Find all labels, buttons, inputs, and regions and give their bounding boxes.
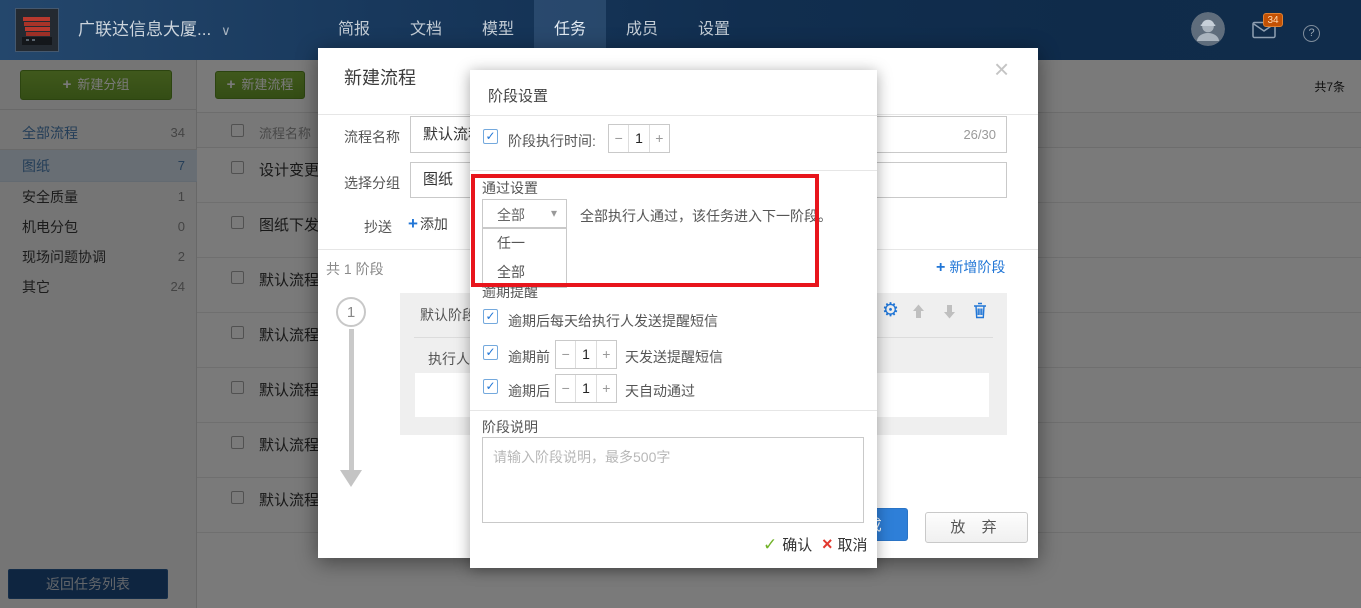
project-title-text: 广联达信息大厦... [78, 20, 211, 39]
avatar-icon [1191, 12, 1225, 46]
desc-section-label: 阶段说明 [482, 417, 538, 437]
project-logo [15, 8, 59, 52]
process-name-label: 流程名称 [344, 127, 400, 147]
stepper-value: 1 [628, 125, 649, 152]
stage-desc-textarea[interactable] [482, 437, 864, 523]
building-logo-image [16, 9, 58, 51]
cc-add-label: 添加 [420, 216, 448, 232]
help-icon[interactable]: ? [1303, 25, 1320, 42]
cc-label: 抄送 [364, 217, 392, 237]
app-root: 广联达信息大厦...∨ 简报文档模型任务成员设置 34 ? +新建分组 [0, 0, 1361, 608]
plus-icon: + [936, 259, 945, 276]
char-counter: 26/30 [963, 117, 996, 152]
close-icon[interactable]: × [994, 56, 1009, 82]
exec-time-stepper: − 1 + [608, 124, 670, 153]
message-count-badge: 34 [1263, 13, 1283, 27]
nav-menu-label: 任务 [554, 21, 586, 38]
remind-before-checkbox[interactable]: ✓ [483, 345, 498, 360]
exec-time-label: 阶段执行时间: [508, 131, 596, 151]
stepper-minus[interactable]: − [556, 341, 575, 368]
stage-settings-title: 阶段设置 [488, 85, 548, 106]
nav-menu-label: 成员 [626, 21, 658, 38]
stage-timeline-line [349, 329, 354, 470]
stepper-plus[interactable]: + [597, 375, 616, 402]
divider [470, 115, 877, 116]
remind-daily-label: 逾期后每天给执行人发送提醒短信 [508, 311, 718, 331]
move-down-icon[interactable] [943, 304, 956, 324]
group-select-value: 图纸 [423, 171, 453, 188]
cancel-x-icon: × [822, 534, 833, 554]
cancel-label: 取消 [838, 537, 868, 554]
stepper-value: 1 [575, 341, 596, 368]
confirm-label: 确认 [782, 537, 812, 554]
stepper-plus[interactable]: + [597, 341, 616, 368]
remind-after-stepper: − 1 + [555, 374, 617, 403]
group-select-label: 选择分组 [344, 173, 400, 193]
remind-after-checkbox[interactable]: ✓ [483, 379, 498, 394]
confirm-check-icon: ✓ [763, 535, 777, 554]
annotation-red-box [471, 174, 819, 287]
add-stage-label: 新增阶段 [949, 259, 1005, 275]
stage-number-badge: 1 [336, 297, 366, 327]
nav-menu-label: 模型 [482, 21, 514, 38]
project-switcher[interactable]: 广联达信息大厦... ∨ [78, 0, 231, 60]
remind-before-stepper: − 1 + [555, 340, 617, 369]
stage-settings-modal: 阶段设置 ✓ 阶段执行时间: − 1 + 通过设置 全部 ▾ 任一全部 全部执行… [470, 70, 877, 568]
confirm-button[interactable]: ✓ 确认 [763, 534, 812, 555]
nav-menu-label: 文档 [410, 21, 442, 38]
stage-timeline-arrow [340, 470, 362, 487]
nav-menu-label: 简报 [338, 21, 370, 38]
divider [470, 170, 877, 171]
stepper-value: 1 [575, 375, 596, 402]
stepper-minus[interactable]: − [556, 375, 575, 402]
remind-daily-checkbox[interactable]: ✓ [483, 309, 498, 324]
gear-icon[interactable]: ⚙ [882, 301, 899, 320]
plus-icon: + [408, 214, 418, 233]
exec-time-checkbox[interactable]: ✓ [483, 129, 498, 144]
cancel-button[interactable]: × 取消 [822, 534, 868, 555]
remind-before-suffix: 天发送提醒短信 [625, 347, 723, 367]
nav-menu-label: 设置 [698, 21, 730, 38]
stepper-minus[interactable]: − [609, 125, 628, 152]
stage-name: 默认阶段 [420, 305, 476, 325]
delete-stage-icon[interactable] [973, 302, 987, 324]
move-up-icon[interactable] [912, 304, 925, 324]
modal-title: 新建流程 [344, 64, 416, 90]
divider [470, 410, 877, 411]
add-stage-button[interactable]: +新增阶段 [936, 257, 1005, 277]
executor-label: 执行人: [428, 349, 474, 369]
remind-after-suffix: 天自动通过 [625, 381, 695, 401]
remind-before-prefix: 逾期前 [508, 347, 550, 367]
stage-summary: 共 1 阶段 [326, 259, 384, 279]
chevron-down-icon: ∨ [221, 23, 231, 38]
stepper-plus[interactable]: + [650, 125, 669, 152]
user-avatar[interactable] [1191, 12, 1225, 46]
cc-add-button[interactable]: +添加 [408, 214, 448, 234]
remind-after-prefix: 逾期后 [508, 381, 550, 401]
abandon-button[interactable]: 放 弃 [925, 512, 1028, 543]
